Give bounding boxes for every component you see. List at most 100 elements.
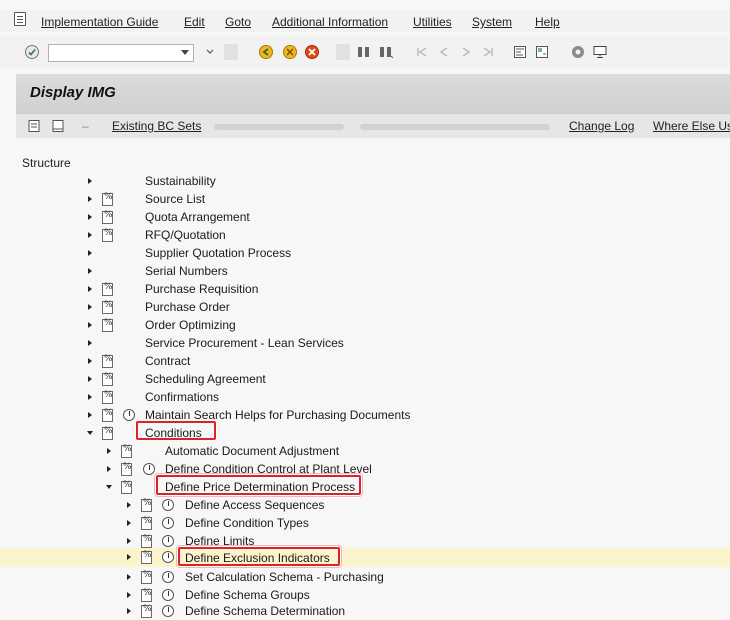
tree-node[interactable]: Scheduling Agreement <box>0 370 730 388</box>
tree-node[interactable]: Sustainability <box>0 172 730 190</box>
execute-clock-icon[interactable] <box>143 463 155 475</box>
back-icon[interactable] <box>258 44 274 60</box>
tree-node-label[interactable]: Service Procurement - Lean Services <box>145 336 344 350</box>
tree-node[interactable]: Define Schema Determination <box>0 602 730 620</box>
tree-node-label[interactable]: Confirmations <box>145 390 219 404</box>
tree-node-label[interactable]: Supplier Quotation Process <box>145 246 291 260</box>
tree-node-label[interactable]: Sustainability <box>145 174 216 188</box>
expand-arrow-icon[interactable] <box>88 376 92 382</box>
tree-node[interactable]: Automatic Document Adjustment <box>0 442 730 460</box>
tree-node[interactable]: Quota Arrangement <box>0 208 730 226</box>
tree-node-label[interactable]: Maintain Search Helps for Purchasing Doc… <box>145 408 410 422</box>
documentation-icon[interactable] <box>141 604 152 618</box>
find-next-icon[interactable] <box>378 44 394 60</box>
tree-node[interactable]: Purchase Requisition <box>0 280 730 298</box>
menu-utilities[interactable]: Utilities <box>413 15 452 29</box>
tree-node-label[interactable]: Define Condition Types <box>185 516 309 530</box>
documentation-icon[interactable] <box>121 480 132 494</box>
documentation-icon[interactable] <box>102 300 113 314</box>
tree-node[interactable]: Confirmations <box>0 388 730 406</box>
tree-node[interactable]: Supplier Quotation Process <box>0 244 730 262</box>
tree-node-label[interactable]: Automatic Document Adjustment <box>165 444 339 458</box>
tree-node-label[interactable]: RFQ/Quotation <box>145 228 226 242</box>
tree-node-label[interactable]: Scheduling Agreement <box>145 372 266 386</box>
menu-goto[interactable]: Goto <box>225 15 251 29</box>
command-field[interactable] <box>48 44 194 62</box>
expand-tree-icon[interactable] <box>26 118 42 134</box>
execute-clock-icon[interactable] <box>162 605 174 617</box>
execute-clock-icon[interactable] <box>162 499 174 511</box>
execute-clock-icon[interactable] <box>162 551 174 563</box>
tree-node-label[interactable]: Define Schema Groups <box>185 588 310 602</box>
expand-arrow-icon[interactable] <box>127 502 131 508</box>
monitor-icon[interactable] <box>592 44 608 60</box>
tree-node-label[interactable]: Purchase Requisition <box>145 282 258 296</box>
documentation-icon[interactable] <box>141 498 152 512</box>
chevron-down-icon[interactable] <box>181 50 189 55</box>
tree-node[interactable]: Maintain Search Helps for Purchasing Doc… <box>0 406 730 424</box>
documentation-icon[interactable] <box>102 372 113 386</box>
menu-implementation-guide[interactable]: Implementation Guide <box>41 15 158 29</box>
last-page-icon[interactable] <box>480 44 496 60</box>
expand-arrow-icon[interactable] <box>127 608 131 614</box>
execute-clock-icon[interactable] <box>162 589 174 601</box>
change-log-button[interactable]: Change Log <box>569 119 634 133</box>
create-session-icon[interactable] <box>512 44 528 60</box>
tree-node-label[interactable]: Quota Arrangement <box>145 210 250 224</box>
tree-node-label[interactable]: Source List <box>145 192 205 206</box>
tree-node[interactable]: Service Procurement - Lean Services <box>0 334 730 352</box>
tree-node[interactable]: Define Condition Types <box>0 514 730 532</box>
enter-check-icon[interactable] <box>24 44 40 60</box>
documentation-icon[interactable] <box>102 192 113 206</box>
tree-node-label[interactable]: Contract <box>145 354 190 368</box>
execute-clock-icon[interactable] <box>123 409 135 421</box>
expand-arrow-icon[interactable] <box>88 214 92 220</box>
menu-system[interactable]: System <box>472 15 512 29</box>
expand-arrow-icon[interactable] <box>88 286 92 292</box>
previous-page-icon[interactable] <box>436 44 452 60</box>
hidden-toolbar-button[interactable] <box>360 124 550 130</box>
expand-arrow-icon[interactable] <box>127 592 131 598</box>
expand-arrow-icon[interactable] <box>88 268 92 274</box>
tree-node[interactable]: Define Access Sequences <box>0 496 730 514</box>
tree-node-price-determination[interactable]: Define Price Determination Process <box>0 478 730 496</box>
tree-node-label[interactable]: Order Optimizing <box>145 318 236 332</box>
documentation-icon[interactable] <box>121 444 132 458</box>
documentation-icon[interactable] <box>102 282 113 296</box>
documentation-icon[interactable] <box>141 516 152 530</box>
collapse-icon[interactable] <box>202 44 218 60</box>
tree-node-exclusion-indicators[interactable]: Define Exclusion Indicators <box>0 548 730 567</box>
tree-node[interactable]: Define Condition Control at Plant Level <box>0 460 730 478</box>
tree-node-conditions[interactable]: Conditions <box>0 424 730 442</box>
expand-arrow-icon[interactable] <box>127 574 131 580</box>
exit-icon[interactable] <box>282 44 298 60</box>
menu-edit[interactable]: Edit <box>184 15 205 29</box>
expand-arrow-icon[interactable] <box>88 412 92 418</box>
settings-gear-icon[interactable] <box>570 44 586 60</box>
tree-node[interactable]: Purchase Order <box>0 298 730 316</box>
existing-bc-sets-button[interactable]: Existing BC Sets <box>112 119 201 133</box>
tree-node-label[interactable]: Define Schema Determination <box>185 604 345 618</box>
expand-arrow-icon[interactable] <box>107 448 111 454</box>
tree-node[interactable]: Source List <box>0 190 730 208</box>
expand-arrow-icon[interactable] <box>88 304 92 310</box>
menu-help[interactable]: Help <box>535 15 560 29</box>
documentation-icon[interactable] <box>141 550 152 564</box>
expand-arrow-icon[interactable] <box>88 250 92 256</box>
next-page-icon[interactable] <box>458 44 474 60</box>
tree-node-label[interactable]: Set Calculation Schema - Purchasing <box>185 570 384 584</box>
expand-arrow-icon[interactable] <box>107 466 111 472</box>
documentation-icon[interactable] <box>141 534 152 548</box>
documentation-icon[interactable] <box>141 570 152 584</box>
collapse-arrow-icon[interactable] <box>106 485 112 489</box>
documentation-icon[interactable] <box>121 462 132 476</box>
tree-node[interactable]: Serial Numbers <box>0 262 730 280</box>
documentation-icon[interactable] <box>102 318 113 332</box>
documentation-icon[interactable] <box>102 426 113 440</box>
hidden-toolbar-button[interactable] <box>214 124 344 130</box>
expand-arrow-icon[interactable] <box>88 340 92 346</box>
documentation-icon[interactable] <box>102 210 113 224</box>
documentation-icon[interactable] <box>102 354 113 368</box>
tree-node[interactable]: Contract <box>0 352 730 370</box>
tree-node-label[interactable]: Define Condition Control at Plant Level <box>165 462 372 476</box>
